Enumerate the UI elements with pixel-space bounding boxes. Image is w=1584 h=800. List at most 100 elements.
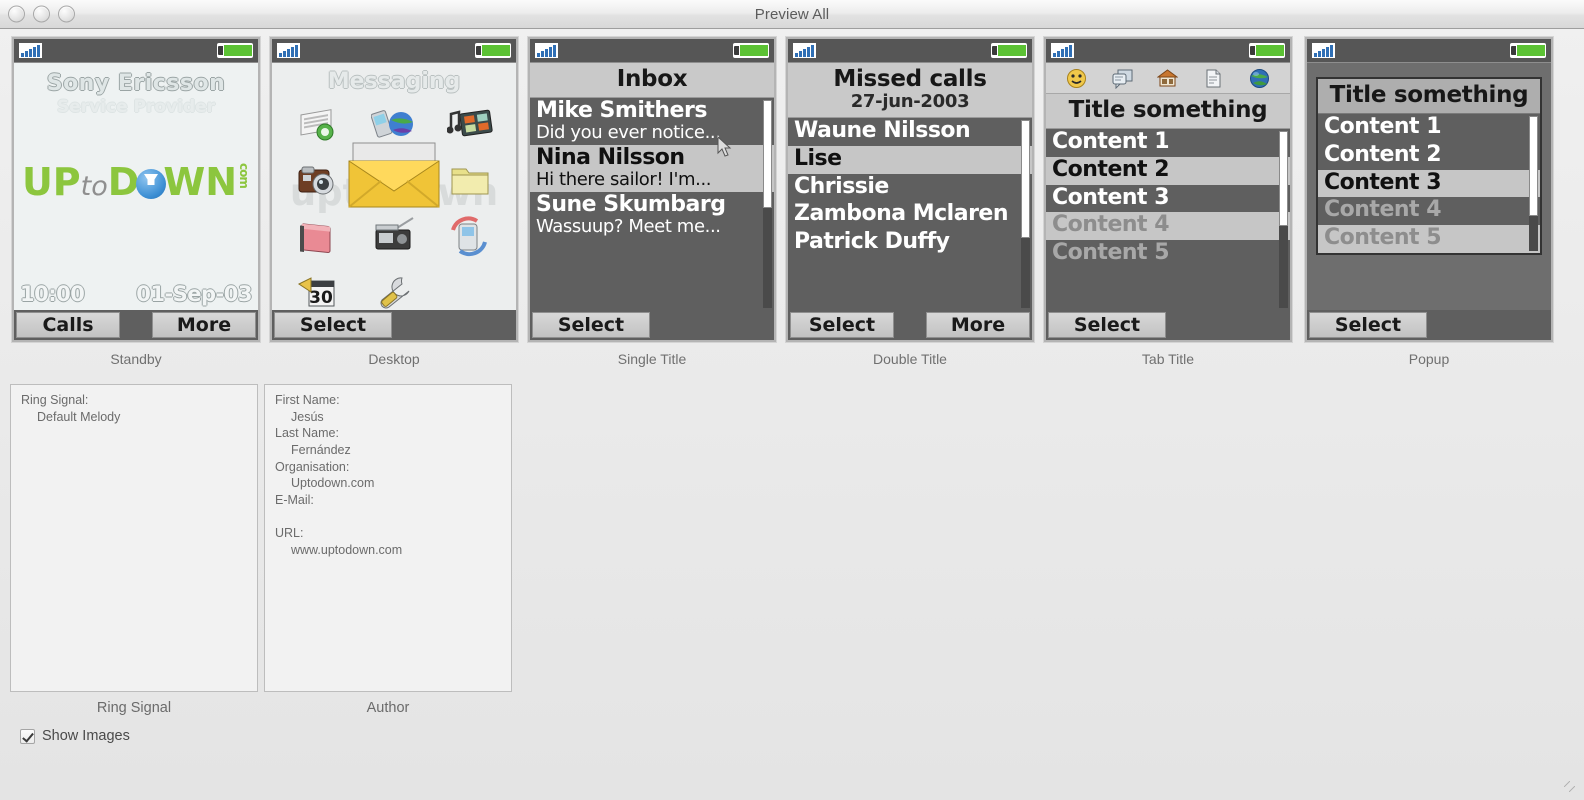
house-icon[interactable]: [1156, 68, 1180, 89]
list-item[interactable]: Lise: [788, 145, 1032, 174]
list-item[interactable]: Content 1: [1046, 129, 1290, 157]
smiley-icon[interactable]: [1066, 68, 1087, 89]
panel-label-desktop: Desktop: [368, 351, 420, 367]
preview-cell-desktop: Messaging uptodown: [268, 37, 520, 367]
author-url-label: URL:: [275, 526, 304, 540]
phone-preview-single-title[interactable]: Inbox Mike Smithers Did you ever notice.…: [528, 37, 776, 342]
list-item[interactable]: Content 2: [1318, 141, 1540, 170]
list-scrollbar[interactable]: [763, 100, 772, 308]
preview-all-window: Preview All Sony Ericsson Service Provid…: [0, 0, 1584, 800]
list-item-name: Zambona Mclaren: [794, 201, 1009, 227]
signal-strength-icon: [1051, 43, 1074, 58]
sync-icon[interactable]: [447, 214, 493, 258]
softkey-left[interactable]: Calls: [16, 312, 120, 338]
softkey-right[interactable]: More: [152, 312, 256, 338]
battery-icon: [1249, 43, 1285, 58]
logo-up: UP: [21, 160, 81, 204]
signal-strength-icon: [535, 43, 558, 58]
list-scrollbar[interactable]: [1279, 131, 1288, 308]
list-item[interactable]: Content 3: [1318, 169, 1540, 198]
messaging-icon: [447, 270, 493, 310]
phone-preview-tab-title[interactable]: Title something Content 1 Content 2 Cont…: [1044, 37, 1292, 342]
settings-icon[interactable]: [371, 270, 417, 310]
minimize-button[interactable]: [33, 5, 50, 23]
battery-icon: [991, 43, 1027, 58]
popup-screen: Title something Content 1 Content 2 Cont…: [1307, 63, 1551, 310]
entertainment-icon[interactable]: [446, 102, 493, 146]
author-last-name-value: Fernández: [291, 442, 351, 457]
show-images-checkbox[interactable]: [20, 728, 35, 744]
popup-content-list[interactable]: Content 1 Content 2 Content 3 Content 4: [1318, 114, 1540, 253]
scrollbar-thumb[interactable]: [1279, 131, 1288, 226]
list-item[interactable]: Content 3: [1046, 184, 1290, 213]
softkey-left[interactable]: Select: [790, 312, 894, 338]
softkey-select[interactable]: Select: [1048, 312, 1166, 338]
popup-dialog[interactable]: Title something Content 1 Content 2 Cont…: [1316, 77, 1542, 255]
notes-icon[interactable]: [295, 214, 341, 258]
folder-icon[interactable]: [447, 158, 493, 202]
operator-brand: Sony Ericsson: [46, 71, 226, 96]
envelope-icon[interactable]: [345, 139, 443, 211]
signal-strength-icon: [1312, 43, 1335, 58]
list-item-name: Waune Nilsson: [794, 118, 971, 143]
phone-preview-standby[interactable]: Sony Ericsson Service Provider UPtoD WNco…: [12, 37, 260, 342]
list-item[interactable]: Zambona Mclaren: [788, 201, 1032, 229]
list-item[interactable]: Content 5: [1046, 240, 1290, 268]
resize-grip[interactable]: [1564, 781, 1580, 797]
phone-preview-popup[interactable]: Title something Content 1 Content 2 Cont…: [1305, 37, 1553, 342]
softkey-select[interactable]: Select: [532, 312, 650, 338]
list-item[interactable]: Chrissie: [788, 173, 1032, 202]
scrollbar-thumb[interactable]: [1529, 116, 1538, 216]
popup-title-bar: Title something: [1318, 79, 1540, 114]
logo-com: com: [237, 163, 252, 188]
lcd-subtitle: 27-jun-2003: [850, 91, 970, 112]
globe-icon[interactable]: [1249, 68, 1270, 89]
status-bar: [1046, 39, 1290, 63]
list-item[interactable]: Nina Nilsson Hi there sailor! I'm...: [530, 145, 774, 193]
lcd-title-bar: Inbox: [530, 63, 774, 98]
list-item[interactable]: Content 1: [1318, 114, 1540, 142]
standby-status-line: 10:00 01-Sep-03: [20, 282, 252, 306]
list-item[interactable]: Sune Skumbarg Wassuup? Meet me...: [530, 192, 774, 240]
close-button[interactable]: [8, 5, 25, 23]
speech-bubble-icon[interactable]: [1112, 68, 1133, 89]
list-scrollbar[interactable]: [1529, 116, 1538, 251]
softkey-select[interactable]: Select: [1309, 312, 1427, 338]
camera-icon[interactable]: [295, 158, 341, 202]
missed-calls-list[interactable]: Waune Nilsson Lise Chrissie Zambona Mcla…: [788, 118, 1032, 310]
list-item[interactable]: Content 4: [1318, 197, 1540, 225]
list-scrollbar[interactable]: [1021, 120, 1030, 308]
content-list[interactable]: Content 1 Content 2 Content 3 Content 4: [1046, 129, 1290, 310]
list-item-sender: Mike Smithers: [536, 98, 707, 123]
list-item[interactable]: Content 5: [1318, 225, 1540, 253]
phone-preview-double-title[interactable]: Missed calls 27-jun-2003 Waune Nilsson L…: [786, 37, 1034, 342]
list-item-preview: Hi there sailor! I'm...: [536, 168, 712, 190]
panel-label-tab-title: Tab Title: [1141, 351, 1195, 367]
list-item[interactable]: Patrick Duffy: [788, 229, 1032, 257]
phone-preview-desktop[interactable]: Messaging uptodown: [270, 37, 518, 342]
show-images-row[interactable]: Show Images: [20, 728, 1584, 744]
mouse-cursor-icon: [717, 136, 732, 157]
contacts-icon[interactable]: [295, 102, 341, 146]
list-item[interactable]: Content 4: [1046, 212, 1290, 240]
list-item[interactable]: Mike Smithers Did you ever notice...: [530, 98, 774, 146]
popup-title: Title something: [1329, 82, 1529, 108]
preview-cell-double-title: Missed calls 27-jun-2003 Waune Nilsson L…: [784, 37, 1036, 367]
document-icon[interactable]: [1203, 68, 1224, 89]
calendar-icon[interactable]: 30: [295, 270, 341, 310]
message-list[interactable]: Mike Smithers Did you ever notice... Nin…: [530, 98, 774, 310]
radio-icon[interactable]: [371, 214, 417, 258]
author-last-name-label: Last Name:: [275, 426, 339, 441]
list-item[interactable]: Waune Nilsson: [788, 118, 1032, 146]
lcd-title-bar: Missed calls 27-jun-2003: [788, 63, 1032, 118]
signal-strength-icon: [19, 43, 42, 58]
scrollbar-thumb[interactable]: [763, 100, 772, 208]
logo-to: to: [80, 171, 108, 202]
softkey-select[interactable]: Select: [274, 312, 392, 338]
detail-cell-ring-signal: Ring Signal: Default Melody Ring Signal: [10, 384, 258, 716]
single-title-screen: Inbox Mike Smithers Did you ever notice.…: [530, 63, 774, 310]
list-item[interactable]: Content 2: [1046, 156, 1290, 185]
scrollbar-thumb[interactable]: [1021, 120, 1030, 238]
zoom-button[interactable]: [58, 5, 75, 23]
softkey-right[interactable]: More: [926, 312, 1030, 338]
